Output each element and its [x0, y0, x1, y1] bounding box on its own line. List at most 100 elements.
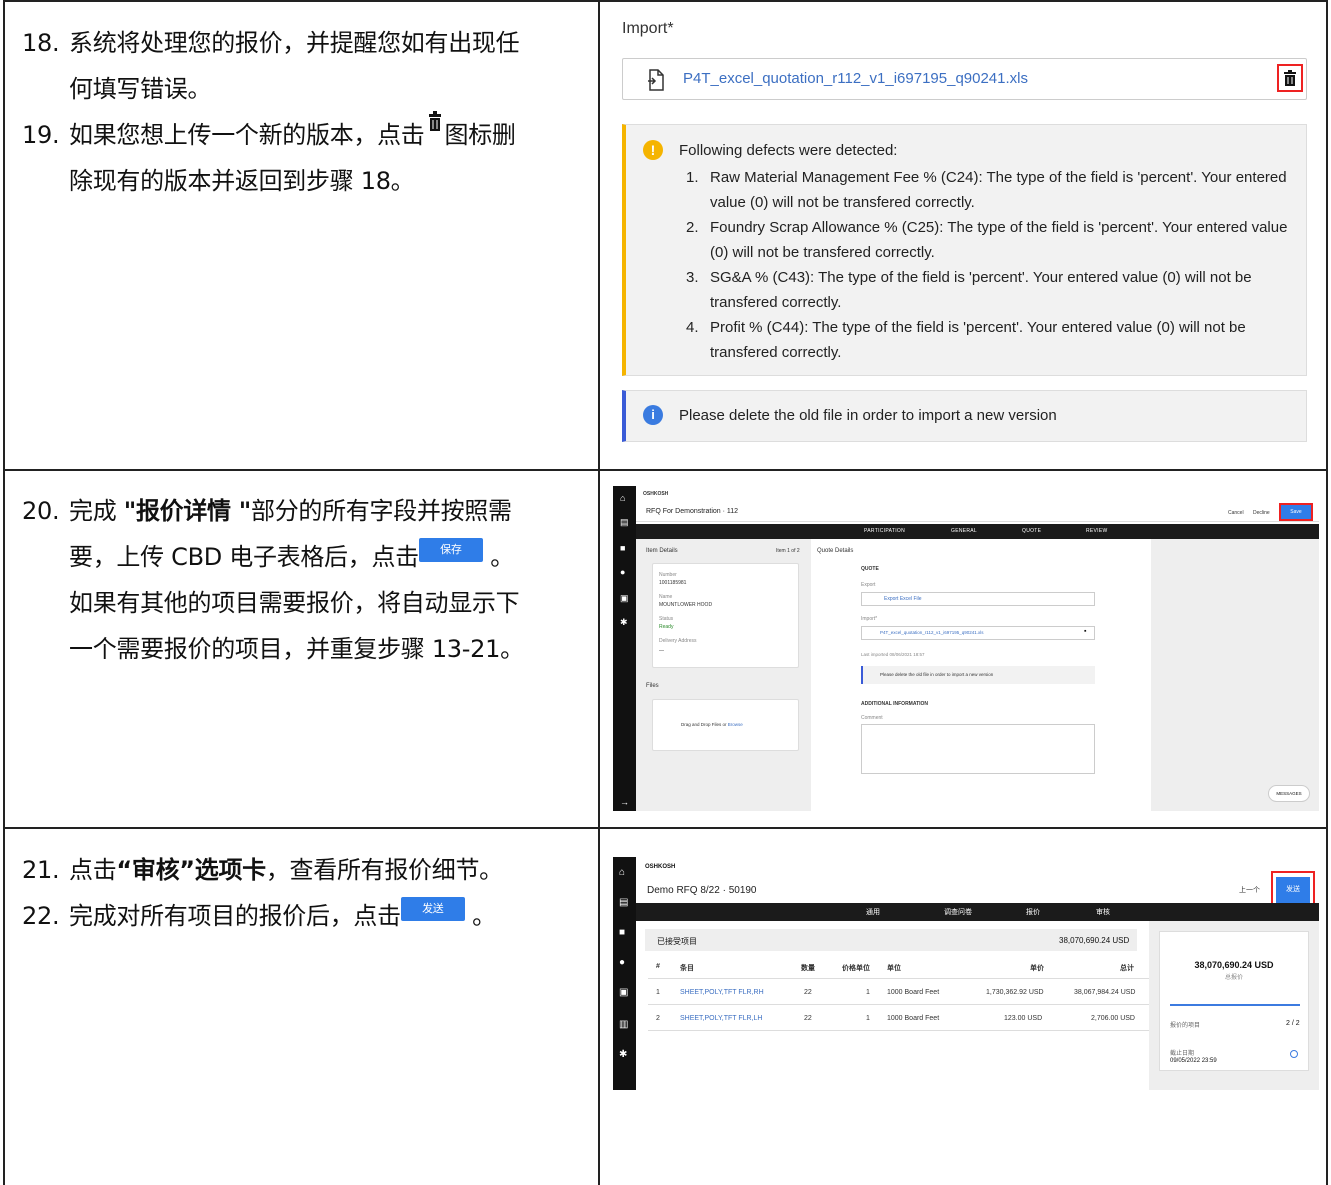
top-bar: OSHKOSH RFQ For Demonstration · 112 Canc… [636, 486, 1319, 522]
export-label: Export [861, 582, 876, 588]
warning-heading: Following defects were detected: [679, 142, 898, 159]
defect-text: value (0) will not be transfered correct… [710, 194, 975, 211]
comment-label: Comment [861, 715, 883, 721]
step-text-part: 完成对所有项目的报价后，点击 [69, 902, 401, 930]
accepted-total: 38,070,690.24 USD [1059, 936, 1130, 945]
step-text: 要，上传 CBD 电子表格后，点击 保存 。 [69, 534, 588, 580]
delivery-label: Delivery Address [659, 638, 697, 644]
import-label: Import* [622, 20, 674, 37]
import-screenshot: Import* P4T_excel_quotation_r112_v1_i697… [612, 14, 1318, 454]
info-message: Please delete the old file in order to i… [861, 666, 1095, 684]
messages-button[interactable]: MESSAGES [1268, 785, 1310, 802]
tab-general[interactable]: GENERAL [951, 528, 977, 534]
defect-list: 1. Raw Material Management Fee % (C24): T… [686, 165, 1304, 365]
defect-text: Profit % (C44): The type of the field is… [710, 319, 1246, 336]
additional-info-header[interactable]: ADDITIONAL INFORMATION [861, 701, 928, 707]
cancel-button[interactable]: Cancel [1228, 510, 1244, 516]
cell: 1 [656, 989, 660, 996]
import-file-link[interactable]: P4T_excel_quotation_r112_v1_i697195_q902… [880, 630, 984, 635]
step-text-part: 如果您想上传一个新的版本，点击 [69, 121, 425, 149]
home-icon: ⌂ [620, 493, 626, 503]
cell: 2,706.00 USD [1091, 1015, 1135, 1022]
defect-text: SG&A % (C43): The type of the field is '… [710, 269, 1252, 286]
step-text: 完成对所有项目的报价后，点击 发送 。 [69, 893, 588, 939]
save-button[interactable]: Save [1279, 503, 1313, 521]
column-header: 价格单位 [842, 965, 870, 972]
import-field[interactable]: P4T_excel_quotation_r112_v1_i697195_q902… [861, 626, 1095, 640]
step-number: 22. [22, 902, 60, 930]
progress-bar [1170, 1004, 1300, 1006]
export-field[interactable]: Export Excel File [861, 592, 1095, 606]
step-number: 21. [22, 856, 60, 884]
file-drop-zone[interactable]: Drag and Drop Files or Browse [652, 699, 799, 751]
column-header: 总计 [1120, 965, 1134, 972]
comment-field[interactable] [861, 724, 1095, 774]
export-file-link[interactable]: Export Excel File [884, 596, 922, 602]
send-button[interactable]: 发送 [1276, 877, 1310, 903]
decline-button[interactable]: Decline [1253, 510, 1270, 516]
table-row[interactable]: 1 SHEET,POLY,TFT FLR,RH 22 1 1000 Board … [648, 981, 1158, 1005]
accepted-title: 已接受项目 [657, 937, 697, 946]
step-21: 21. 点击“审核”选项卡，查看所有报价细节。 [22, 847, 588, 893]
cell: 1 [866, 1015, 870, 1022]
cell: 1000 Board Feet [887, 989, 940, 996]
side-rail: ⌂ ▤ ■ ● ▣ ✱ → [613, 486, 636, 811]
tab-review[interactable]: REVIEW [1086, 528, 1108, 534]
file-link[interactable]: P4T_excel_quotation_r112_v1_i697195_q902… [683, 70, 1028, 87]
trash-icon[interactable]: ▪ [1084, 628, 1086, 635]
chart-icon: ▥ [619, 1019, 629, 1030]
status-label: Status [659, 616, 674, 622]
files-title: Files [646, 683, 659, 689]
item-card: Number 1001185981 Name MOUNTLOWER HOOD S… [652, 563, 799, 668]
step-18-19-text: 18. 系统将处理您的报价，并提醒您如有出现任 何填写错误。 19. 如果您想上… [22, 20, 588, 204]
row-divider [3, 827, 1328, 829]
gear-icon: ✱ [620, 617, 628, 627]
step-text-part: 。 [464, 902, 496, 930]
step-22: 22. 完成对所有项目的报价后，点击 发送 。 [22, 893, 588, 939]
item-details-pane: Item Details Item 1 of 2 Number 10011859… [636, 539, 811, 811]
tab-review[interactable]: 审核 [1096, 907, 1110, 917]
step-text: 何填写错误。 [69, 75, 212, 103]
brand-logo: OSHKOSH [645, 864, 676, 870]
browse-link[interactable]: Browse [728, 722, 743, 727]
column-header: 数量 [801, 965, 815, 972]
quote-section-header[interactable]: QUOTE [861, 566, 879, 572]
rfq-title: Demo RFQ 8/22 · 50190 [647, 885, 757, 896]
defect-number: 1. [686, 169, 699, 186]
tab-participation[interactable]: PARTICIPATION [864, 528, 905, 534]
row-divider [3, 469, 1328, 471]
previous-button[interactable]: 上一个 [1239, 885, 1260, 895]
defect-item: 2. Foundry Scrap Allowance % (C25): The t… [686, 215, 1304, 265]
item-link[interactable]: SHEET,POLY,TFT FLR,LH [680, 1015, 762, 1022]
last-imported: Last imported 08/06/2021 18:57 [861, 652, 925, 657]
quoted-items-label: 报价的项目 [1170, 1023, 1201, 1029]
step-tabs: 通用 调查问卷 报价 审核 [636, 903, 1319, 921]
step-text-part: 。 [482, 543, 514, 571]
item-link[interactable]: SHEET,POLY,TFT FLR,RH [680, 989, 764, 996]
step-text-part: ，查看所有报价细节。 [265, 856, 503, 884]
clock-icon [1290, 1050, 1298, 1058]
step-20: 20. 完成 "报价详情 "部分的所有字段并按照需 要，上传 CBD 电子表格后… [22, 488, 588, 672]
delete-file-button[interactable] [1277, 64, 1303, 92]
review-screenshot: ⌂ ▤ ■ ● ▣ ▥ ✱ OSHKOSH Demo RFQ 8/22 · 50… [613, 857, 1319, 1090]
accepted-items-table: 已接受项目 38,070,690.24 USD # 条目 数量 价格单位 单位 … [636, 921, 1158, 1090]
tab-quote[interactable]: 报价 [1026, 907, 1040, 917]
info-message: i Please delete the old file in order to… [622, 390, 1307, 442]
database-icon: ▤ [619, 897, 629, 908]
column-header: # [656, 963, 660, 970]
tab-general[interactable]: 通用 [866, 907, 880, 917]
column-header: 条目 [680, 965, 694, 972]
table-row[interactable]: 2 SHEET,POLY,TFT FLR,LH 22 1 1000 Board … [648, 1007, 1158, 1031]
quote-details-title: Quote Details [817, 548, 854, 554]
tab-questionnaire[interactable]: 调查问卷 [944, 907, 972, 917]
step-text-bold: “审核”选项卡 [116, 856, 266, 884]
deadline-label: 截止日期 [1170, 1051, 1195, 1057]
truck-icon: ▣ [619, 987, 629, 998]
user-icon: ● [620, 567, 626, 577]
save-button-image: 保存 [418, 538, 483, 562]
deadline-value: 09/05/2022 23:59 [1170, 1058, 1217, 1064]
tab-quote[interactable]: QUOTE [1022, 528, 1041, 534]
summary-total-label: 总报价 [1224, 975, 1243, 981]
step-text: 如果您想上传一个新的版本，点击 图标删 [69, 111, 588, 158]
step-text: 完成 "报价详情 "部分的所有字段并按照需 [69, 488, 588, 534]
